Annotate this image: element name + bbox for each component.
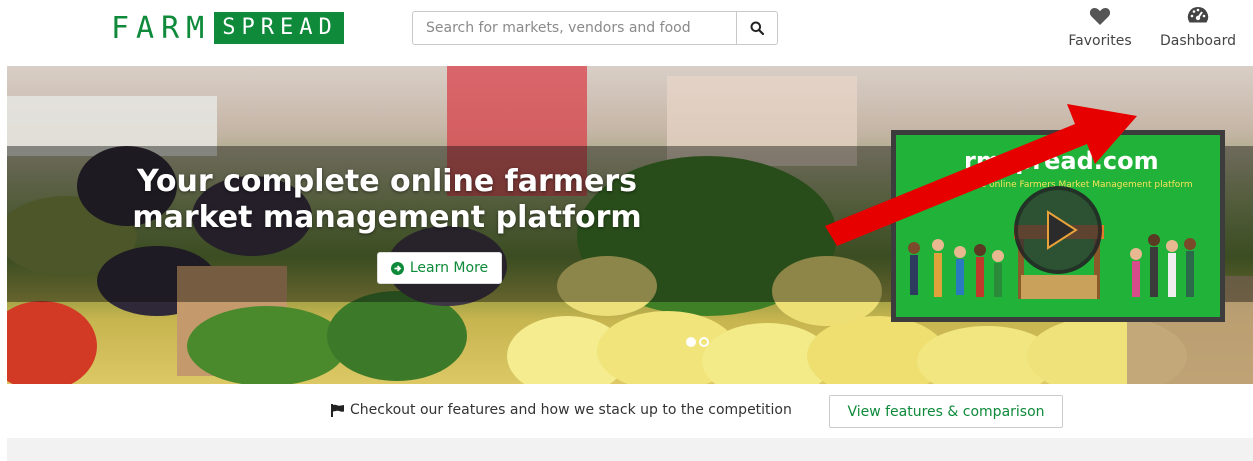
logo-text-farm: FARM xyxy=(111,10,212,46)
hero-carousel: Your complete online farmers market mana… xyxy=(7,66,1253,384)
features-callout: Checkout our features and how we stack u… xyxy=(331,402,792,418)
logo-text-spread: SPREAD xyxy=(214,12,344,44)
search-bar xyxy=(412,11,778,45)
favorites-label: Favorites xyxy=(1068,33,1132,49)
search-icon xyxy=(750,21,764,35)
flag-icon xyxy=(331,403,344,417)
search-input[interactable] xyxy=(413,12,736,44)
hero-headline: Your complete online farmers market mana… xyxy=(132,164,642,235)
dashboard-gauge-icon xyxy=(1187,6,1209,23)
site-header: FARM SPREAD Favorites Dashboard xyxy=(0,0,1253,66)
carousel-indicator-1[interactable] xyxy=(686,337,696,347)
nav-dashboard[interactable]: Dashboard xyxy=(1152,6,1244,49)
dashboard-label: Dashboard xyxy=(1160,33,1236,49)
red-arrow-annotation xyxy=(825,104,1137,246)
nav-favorites[interactable]: Favorites xyxy=(1062,6,1138,49)
features-text: Checkout our features and how we stack u… xyxy=(350,402,792,418)
search-button[interactable] xyxy=(736,12,777,44)
learn-more-label: Learn More xyxy=(409,260,489,276)
carousel-indicator-2[interactable] xyxy=(699,337,709,347)
heart-icon xyxy=(1089,8,1111,25)
learn-more-button[interactable]: Learn More xyxy=(377,252,502,284)
circle-arrow-right-icon xyxy=(390,261,404,275)
farmspread-logo[interactable]: FARM SPREAD xyxy=(111,10,344,46)
view-features-button[interactable]: View features & comparison xyxy=(829,395,1063,428)
content-band xyxy=(7,438,1253,461)
